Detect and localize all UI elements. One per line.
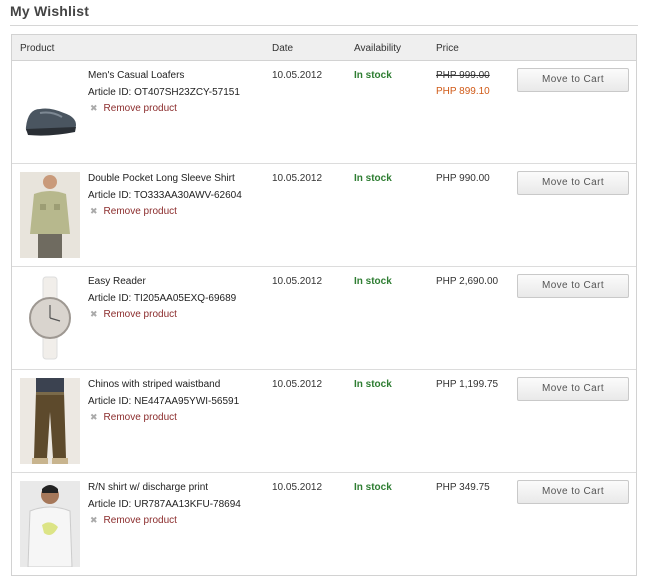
wishlist-table: Product Date Availability Price Men's Ca… [11,34,637,576]
article-id: Article ID: TI205AA05EXQ-69689 [88,293,237,304]
availability-status: In stock [354,482,392,493]
price-cell: PHP 999.00 PHP 899.10 [436,70,490,97]
availability-status: In stock [354,70,392,81]
table-row: Men's Casual Loafers Article ID: OT407SH… [12,61,636,164]
product-name[interactable]: Easy Reader [88,276,146,287]
remove-icon: ✖ [90,412,98,422]
availability-status: In stock [354,379,392,390]
remove-product-link[interactable]: ✖ Remove product [90,309,177,320]
price-cell: PHP 1,199.75 [436,379,499,390]
table-row: Double Pocket Long Sleeve Shirt Article … [12,164,636,267]
remove-icon: ✖ [90,309,98,319]
original-price: PHP 999.00 [436,70,490,81]
article-id: Article ID: UR787AA13KFU-78694 [88,499,241,510]
product-name[interactable]: R/N shirt w/ discharge print [88,482,208,493]
date-added: 10.05.2012 [272,276,323,287]
remove-label: Remove product [103,515,177,526]
title-divider [10,25,638,26]
chinos-model-image[interactable] [20,378,80,464]
remove-product-link[interactable]: ✖ Remove product [90,103,177,114]
date-added: 10.05.2012 [272,482,323,493]
price-cell: PHP 990.00 [436,173,490,184]
article-id: Article ID: TO333AA30AWV-62604 [88,190,242,201]
sale-price: PHP 899.10 [436,86,490,97]
table-row: Chinos with striped waistband Article ID… [12,370,636,473]
article-id: Article ID: NE447AA95YWI-56591 [88,396,240,407]
shirt-model-image[interactable] [20,172,80,258]
remove-label: Remove product [103,412,177,423]
page-title: My Wishlist [10,3,90,19]
remove-label: Remove product [103,309,177,320]
move-to-cart-button[interactable]: Move to Cart [517,68,629,92]
header-date: Date [272,43,294,54]
date-added: 10.05.2012 [272,173,323,184]
remove-icon: ✖ [90,515,98,525]
header-availability: Availability [354,43,402,54]
remove-icon: ✖ [90,206,98,216]
header-product: Product [20,43,55,54]
remove-label: Remove product [103,206,177,217]
date-added: 10.05.2012 [272,70,323,81]
tshirt-model-image[interactable] [20,481,80,567]
remove-product-link[interactable]: ✖ Remove product [90,412,177,423]
price-cell: PHP 2,690.00 [436,276,499,287]
table-header: Product Date Availability Price [12,35,636,61]
table-row: Easy Reader Article ID: TI205AA05EXQ-696… [12,267,636,370]
product-name[interactable]: Men's Casual Loafers [88,70,184,81]
remove-product-link[interactable]: ✖ Remove product [90,206,177,217]
remove-product-link[interactable]: ✖ Remove product [90,515,177,526]
wristwatch-image[interactable] [20,275,80,361]
date-added: 10.05.2012 [272,379,323,390]
header-price: Price [436,43,459,54]
product-name[interactable]: Double Pocket Long Sleeve Shirt [88,173,235,184]
remove-label: Remove product [103,103,177,114]
loafer-shoe-image[interactable] [20,69,80,155]
move-to-cart-button[interactable]: Move to Cart [517,480,629,504]
price-cell: PHP 349.75 [436,482,490,493]
availability-status: In stock [354,173,392,184]
availability-status: In stock [354,276,392,287]
remove-icon: ✖ [90,103,98,113]
move-to-cart-button[interactable]: Move to Cart [517,171,629,195]
product-name[interactable]: Chinos with striped waistband [88,379,220,390]
article-id: Article ID: OT407SH23ZCY-57151 [88,87,240,98]
move-to-cart-button[interactable]: Move to Cart [517,274,629,298]
table-row: R/N shirt w/ discharge print Article ID:… [12,473,636,576]
move-to-cart-button[interactable]: Move to Cart [517,377,629,401]
